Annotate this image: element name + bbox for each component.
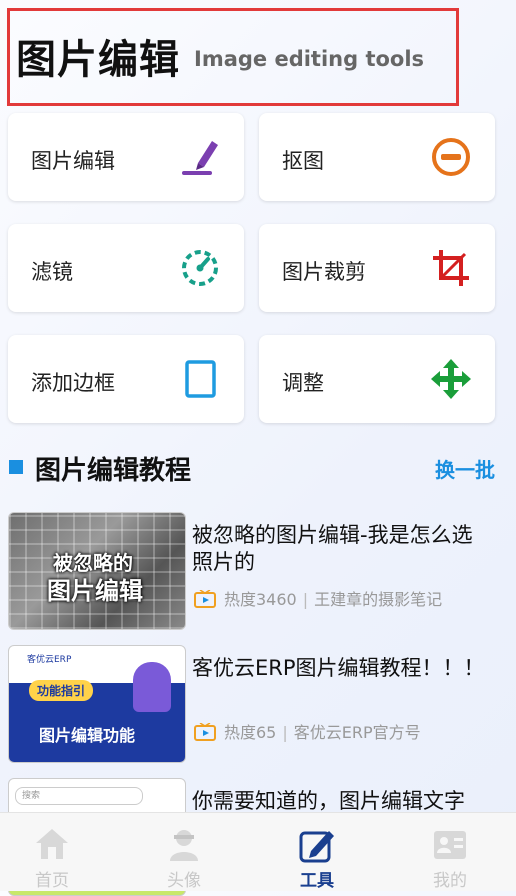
edit-icon [299,831,334,863]
refresh-batch-link[interactable]: 换一批 [435,454,495,483]
tool-card-add-border[interactable]: 添加边框 [8,335,244,423]
tool-card-adjust[interactable]: 调整 [259,335,495,423]
thumbnail-text: 图片编辑功能 [39,726,136,745]
tool-label: 添加边框 [31,371,115,395]
tool-label: 抠图 [282,149,324,173]
tool-card-image-edit[interactable]: 图片编辑 [8,113,244,201]
tutorial-meta: 热度3460 | 王建章的摄影笔记 [194,586,442,610]
thumbnail-figure [133,662,171,712]
tool-label: 图片编辑 [31,149,115,173]
thumbnail-search-bar: 搜索 [15,787,143,805]
avatar-icon [170,830,198,861]
tab-tools[interactable]: 工具 [267,813,367,891]
home-icon [36,829,68,859]
crop-icon [433,250,469,286]
tutorial-thumbnail: 被忽略的 图片编辑 [8,512,186,630]
thumbnail-text: 图片编辑 [47,577,143,605]
tutorial-title: 被忽略的图片编辑-我是怎么选照片的 [192,523,473,574]
pen-icon [182,141,218,175]
section-title: 图片编辑教程 [35,456,192,486]
page-subtitle: Image editing tools [194,47,425,71]
author-name: 王建章的摄影笔记 [314,590,443,609]
move-arrows-icon [431,359,471,399]
tutorial-meta: 热度65 | 客优云ERP官方号 [194,719,421,743]
thumbnail-search-text: 搜索 [22,791,41,801]
header-highlight-box: 图片编辑 Image editing tools [7,8,459,106]
tool-label: 调整 [282,371,324,395]
thumbnail-tag: 功能指引 [29,680,94,701]
tab-avatar[interactable]: 头像 [134,813,234,891]
tutorial-item[interactable]: 客优云ERP 功能指引 图片编辑功能 客优云ERP图片编辑教程！！！ 热度65 |… [8,645,504,763]
tab-label: 工具 [300,871,334,891]
square-frame-icon [185,360,216,398]
minus-circle-icon [432,138,470,176]
tab-label: 头像 [167,871,201,891]
bottom-tab-bar: 首页 头像 工具 我的 [0,812,516,891]
tutorial-item[interactable]: 被忽略的 图片编辑 被忽略的图片编辑-我是怎么选照片的 热度3460 | 王建章的摄… [8,512,504,630]
thumbnail-brand: 客优云ERP [27,655,72,665]
tab-mine[interactable]: 我的 [400,813,500,891]
page-title: 图片编辑 [16,36,180,83]
tab-label: 首页 [35,871,69,891]
tab-label: 我的 [433,871,467,891]
tutorial-thumbnail: 客优云ERP 功能指引 图片编辑功能 [8,645,186,763]
video-tv-icon [194,590,216,608]
tool-card-filter[interactable]: 滤镜 [8,224,244,312]
author-name: 客优云ERP官方号 [293,723,421,742]
tutorial-title: 你需要知道的，图片编辑文字 [192,789,465,813]
video-tv-icon [194,723,216,741]
heat-count: 热度65 [224,723,277,742]
section-marker [9,460,23,474]
heat-count: 热度3460 [224,590,297,609]
tool-card-cutout[interactable]: 抠图 [259,113,495,201]
tool-label: 滤镜 [31,260,73,284]
tab-home[interactable]: 首页 [2,813,102,891]
tool-label: 图片裁剪 [282,260,366,284]
profile-card-icon [434,831,466,859]
tutorial-section-header: 图片编辑教程 换一批 [9,450,499,486]
tutorial-title: 客优云ERP图片编辑教程！！！ [192,656,485,680]
speedometer-icon [182,250,218,286]
tool-card-crop[interactable]: 图片裁剪 [259,224,495,312]
